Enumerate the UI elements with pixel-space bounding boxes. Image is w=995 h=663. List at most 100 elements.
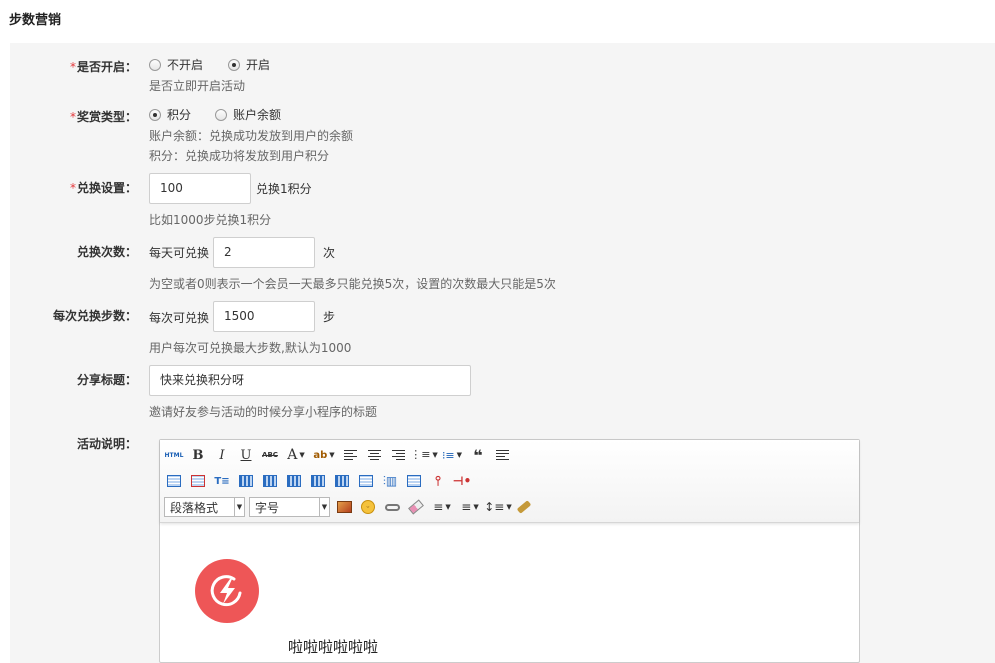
align-right-button[interactable] (388, 445, 408, 465)
emoticon-button[interactable]: ᵕ (358, 497, 378, 517)
underline-button[interactable]: U (236, 445, 256, 465)
delete-col-button[interactable] (308, 471, 328, 491)
radio-icon (149, 58, 161, 71)
editor-content-text: 啦啦啦啦啦啦 (288, 638, 379, 656)
toolbar-row-1: HTML B I U ABC A ▼ ab ▼ ⋮≡ ▼ ⁝≡ ▼ ❝ (164, 444, 516, 466)
insert-table-button[interactable] (164, 471, 184, 491)
quote-icon: ❝ (473, 445, 483, 465)
merge-right-button[interactable] (356, 471, 376, 491)
enable-label-text: 是否开启： (76, 60, 137, 74)
paragraph-format-select[interactable]: 段落格式 ▼ (164, 497, 245, 517)
italic-icon: I (219, 447, 225, 463)
font-color-icon: A (287, 447, 298, 463)
smiley-icon: ᵕ (361, 500, 375, 514)
spacing-top-icon: ≡ (433, 500, 444, 514)
paragraph-format-value: 段落格式 (170, 500, 219, 515)
exchange-times-label: 兑换次数： (76, 245, 137, 259)
format-icon (495, 449, 509, 461)
table-caption-button[interactable]: T≡ (212, 471, 232, 491)
split-cells-icon (407, 475, 421, 487)
strikethrough-icon: ABC (262, 451, 278, 459)
reward-type-label-text: 奖赏类型： (76, 110, 137, 124)
enable-radio-off[interactable]: 不开启 (149, 56, 203, 73)
highlight-icon: ab (313, 449, 328, 461)
delete-row-button[interactable] (260, 471, 280, 491)
split-rows-button[interactable]: ⫯ (428, 471, 448, 491)
enable-radio-on[interactable]: 开启 (228, 56, 270, 73)
caret-down-icon: ▼ (234, 498, 244, 516)
reward-radio-balance[interactable]: 账户余额 (215, 106, 281, 123)
insert-image-button[interactable] (334, 497, 354, 517)
editor-content[interactable]: 啦啦啦啦啦啦 (160, 524, 859, 662)
table-icon (167, 475, 181, 487)
merge-down-icon: ⫶▥ (382, 473, 398, 488)
merge-down-button[interactable]: ⫶▥ (380, 471, 400, 491)
paragraph-spacing-bottom-button[interactable]: ≡ ▼ (458, 497, 482, 517)
enable-label: *是否开启： (0, 59, 137, 75)
delete-row-icon (263, 475, 277, 487)
align-left-button[interactable] (340, 445, 360, 465)
insert-link-button[interactable] (382, 497, 402, 517)
link-icon (384, 503, 400, 511)
align-center-button[interactable] (364, 445, 384, 465)
share-title-input[interactable]: 快来兑换积分呀 (149, 365, 471, 396)
delete-col-icon (311, 475, 325, 487)
lightning-logo-image (195, 559, 259, 623)
line-height-icon: ↕≡ (484, 500, 505, 514)
merge-cells-button[interactable] (332, 471, 352, 491)
exchange-times-prefix: 每天可兑换 (149, 246, 210, 260)
insert-col-icon (287, 475, 301, 487)
radio-label: 账户余额 (233, 108, 282, 122)
ordered-list-button[interactable]: ⁝≡ ▼ (440, 445, 464, 465)
share-title-label: 分享标题： (76, 373, 137, 387)
caret-down-icon: ▼ (473, 503, 479, 511)
font-color-button[interactable]: A ▼ (284, 445, 308, 465)
page-title: 步数营销 (9, 13, 62, 28)
lightning-bolt-icon (210, 575, 242, 607)
steps-input[interactable]: 1500 (213, 301, 315, 332)
bold-button[interactable]: B (188, 445, 208, 465)
format-painter-button[interactable] (514, 497, 534, 517)
ordered-list-icon: ⁝≡ (441, 448, 455, 462)
exchange-setting-label: *兑换设置： (0, 180, 137, 196)
strikethrough-button[interactable]: ABC (260, 445, 280, 465)
exchange-setting-label-text: 兑换设置： (76, 181, 137, 195)
insert-col-button[interactable] (284, 471, 304, 491)
required-mark: * (69, 181, 76, 195)
highlight-button[interactable]: ab ▼ (312, 445, 336, 465)
underline-icon: U (240, 447, 252, 463)
insert-row-button[interactable] (236, 471, 256, 491)
exchange-times-input[interactable]: 2 (213, 237, 315, 268)
toolbar-row-2: T≡ ⫶▥ ⫯ ⊣• (164, 470, 476, 492)
paragraph-spacing-top-button[interactable]: ≡ ▼ (430, 497, 454, 517)
delete-table-button[interactable] (188, 471, 208, 491)
exchange-times-help: 为空或者0则表示一个会员一天最多只能兑换5次，设置的次数最大只能是5次 (149, 277, 556, 291)
split-cells-button[interactable] (404, 471, 424, 491)
steps-prefix: 每次可兑换 (149, 311, 210, 325)
reward-help-balance: 账户余额：兑换成功发放到用户的余额 (149, 129, 354, 143)
align-left-icon (343, 449, 357, 461)
radio-icon (215, 108, 227, 121)
eraser-button[interactable] (406, 497, 426, 517)
caret-down-icon: ▼ (329, 451, 335, 459)
font-size-select[interactable]: 字号 ▼ (249, 497, 330, 517)
exchange-setting-input[interactable]: 100 (149, 173, 251, 204)
font-size-value: 字号 (255, 500, 280, 515)
image-icon (336, 501, 352, 513)
unordered-list-button[interactable]: ⋮≡ ▼ (410, 445, 438, 465)
source-html-button[interactable]: HTML (164, 445, 184, 465)
reward-type-label: *奖赏类型： (0, 109, 137, 125)
line-height-button[interactable]: ↕≡ ▼ (484, 497, 512, 517)
clear-format-button[interactable] (492, 445, 512, 465)
reward-radio-points[interactable]: 积分 (149, 106, 191, 123)
enable-help: 是否立即开启活动 (149, 79, 246, 93)
toolbar-row-3: 段落格式 ▼ 字号 ▼ ᵕ ≡ ▼ ≡ ▼ ↕≡ ▼ (164, 496, 538, 518)
bold-icon: B (192, 447, 204, 463)
insert-row-icon (239, 475, 253, 487)
italic-button[interactable]: I (212, 445, 232, 465)
align-right-icon (391, 449, 405, 461)
radio-label: 不开启 (167, 58, 204, 72)
split-cols-button[interactable]: ⊣• (452, 471, 472, 491)
blockquote-button[interactable]: ❝ (468, 445, 488, 465)
radio-checked-icon (149, 108, 161, 121)
